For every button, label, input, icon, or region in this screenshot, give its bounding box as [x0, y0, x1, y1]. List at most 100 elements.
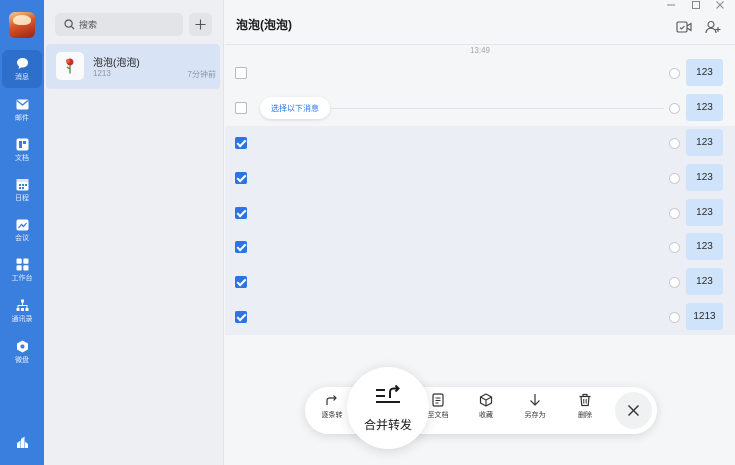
- header-divider: [225, 44, 735, 45]
- message-checkbox[interactable]: [235, 311, 247, 323]
- nav-item-docs[interactable]: 文档: [2, 131, 42, 169]
- message-checkbox[interactable]: [235, 137, 247, 149]
- message-row[interactable]: 1213: [225, 300, 735, 335]
- nav-item-messages[interactable]: 消息: [2, 50, 42, 88]
- nav-item-calendar[interactable]: 日程: [2, 171, 42, 209]
- document-icon: [431, 393, 445, 407]
- message-timestamp: 13:49: [469, 46, 491, 55]
- nav-label: 工作台: [11, 274, 33, 282]
- add-member-icon: [705, 20, 721, 34]
- message-bubble[interactable]: 123: [686, 59, 723, 86]
- favorite-button[interactable]: 收藏: [466, 393, 506, 420]
- nav-more-button[interactable]: [2, 428, 42, 458]
- download-icon: [528, 393, 542, 407]
- read-status-indicator: [669, 277, 680, 288]
- message-row[interactable]: 123: [225, 230, 735, 265]
- contact-avatar: [56, 52, 84, 80]
- mail-icon: [15, 98, 29, 112]
- nav-label: 文档: [15, 154, 29, 162]
- message-bubble[interactable]: 123: [686, 199, 723, 226]
- meeting-icon: [15, 218, 29, 232]
- nav-item-workbench[interactable]: 工作台: [2, 251, 42, 289]
- merge-forward-label: 合并转发: [363, 418, 412, 432]
- plus-icon: [195, 19, 206, 30]
- close-window-button[interactable]: [715, 0, 725, 13]
- read-status-indicator: [669, 103, 680, 114]
- message-checkbox[interactable]: [235, 172, 247, 184]
- read-status-indicator: [669, 173, 680, 184]
- search-input[interactable]: 搜索: [55, 13, 183, 36]
- merge-forward-icon: [374, 383, 402, 409]
- user-avatar[interactable]: [9, 12, 35, 38]
- exit-multiselect-button[interactable]: [615, 392, 652, 429]
- message-checkbox[interactable]: [235, 207, 247, 219]
- message-row[interactable]: 123: [225, 56, 735, 91]
- delete-label: 删除: [578, 412, 592, 419]
- message-row[interactable]: 123: [225, 161, 735, 196]
- nav-item-mail[interactable]: 邮件: [2, 91, 42, 129]
- favorite-label: 收藏: [479, 412, 493, 419]
- chat-bubble-icon: [15, 57, 29, 71]
- nav-label: 邮件: [15, 114, 29, 122]
- nav-item-contacts[interactable]: 通讯录: [2, 292, 42, 330]
- select-below-button[interactable]: 选择以下消息: [260, 97, 330, 119]
- search-icon: [64, 19, 75, 30]
- message-checkbox[interactable]: [235, 276, 247, 288]
- minimize-icon: [667, 4, 675, 6]
- search-placeholder: 搜索: [79, 20, 98, 30]
- message-bubble[interactable]: 123: [686, 268, 723, 295]
- workbench-icon: [15, 258, 29, 272]
- forward-one-by-one-button[interactable]: 逐条转: [312, 393, 352, 420]
- forward-one-by-one-label: 逐条转: [321, 412, 343, 419]
- save-to-doc-label: 至文档: [427, 412, 449, 419]
- chat-panel: 泡泡(泡泡) 13:49 123 123 选择以下消息 123 123 123 …: [225, 0, 735, 465]
- app-window: 消息 邮件 文档 日程 会议 工作台 通讯录 微盘 搜索 泡泡(泡泡) 1213…: [0, 0, 735, 465]
- maximize-button[interactable]: [691, 0, 701, 13]
- conversation-name: 泡泡(泡泡): [93, 58, 140, 69]
- calendar-icon: [15, 178, 29, 192]
- save-as-label: 另存为: [524, 412, 546, 419]
- close-icon: [628, 405, 639, 416]
- cloud-drive-icon: [15, 340, 29, 354]
- nav-label: 通讯录: [11, 315, 33, 323]
- message-checkbox[interactable]: [235, 102, 247, 114]
- conversation-item[interactable]: 泡泡(泡泡) 1213 7分钟前: [46, 44, 220, 89]
- read-status-indicator: [669, 242, 680, 253]
- message-row[interactable]: 123: [225, 126, 735, 161]
- video-call-button[interactable]: [676, 20, 692, 34]
- nav-item-drive[interactable]: 微盘: [2, 333, 42, 371]
- read-status-indicator: [669, 68, 680, 79]
- chat-title: 泡泡(泡泡): [236, 18, 292, 32]
- minimize-button[interactable]: [666, 0, 676, 13]
- conversation-column: 搜索 泡泡(泡泡) 1213 7分钟前: [44, 0, 224, 465]
- video-call-icon: [676, 21, 692, 33]
- conversation-last-message: 1213: [93, 69, 111, 78]
- message-bubble[interactable]: 123: [686, 129, 723, 156]
- message-bubble[interactable]: 123: [686, 164, 723, 191]
- message-bubble[interactable]: 123: [686, 94, 723, 121]
- nav-label: 日程: [15, 194, 29, 202]
- save-as-button[interactable]: 另存为: [515, 393, 555, 420]
- message-bubble[interactable]: 123: [686, 233, 723, 260]
- read-status-indicator: [669, 138, 680, 149]
- delete-button[interactable]: 删除: [565, 393, 605, 420]
- message-row[interactable]: 123: [225, 196, 735, 231]
- message-checkbox[interactable]: [235, 67, 247, 79]
- chart-bars-icon: [15, 435, 29, 449]
- contacts-icon: [15, 299, 29, 313]
- conversation-time: 7分钟前: [187, 70, 216, 79]
- nav-item-meeting[interactable]: 会议: [2, 211, 42, 249]
- trash-icon: [578, 393, 592, 407]
- maximize-icon: [692, 1, 700, 9]
- add-member-button[interactable]: [705, 20, 721, 34]
- merge-forward-button[interactable]: 合并转发: [347, 367, 429, 449]
- add-button[interactable]: [189, 13, 212, 36]
- read-status-indicator: [669, 208, 680, 219]
- left-nav: 消息 邮件 文档 日程 会议 工作台 通讯录 微盘: [0, 0, 44, 465]
- message-row[interactable]: 123: [225, 265, 735, 300]
- message-checkbox[interactable]: [235, 241, 247, 253]
- nav-label: 微盘: [15, 356, 29, 364]
- message-bubble[interactable]: 1213: [686, 303, 723, 330]
- read-status-indicator: [669, 312, 680, 323]
- forward-icon: [325, 393, 339, 407]
